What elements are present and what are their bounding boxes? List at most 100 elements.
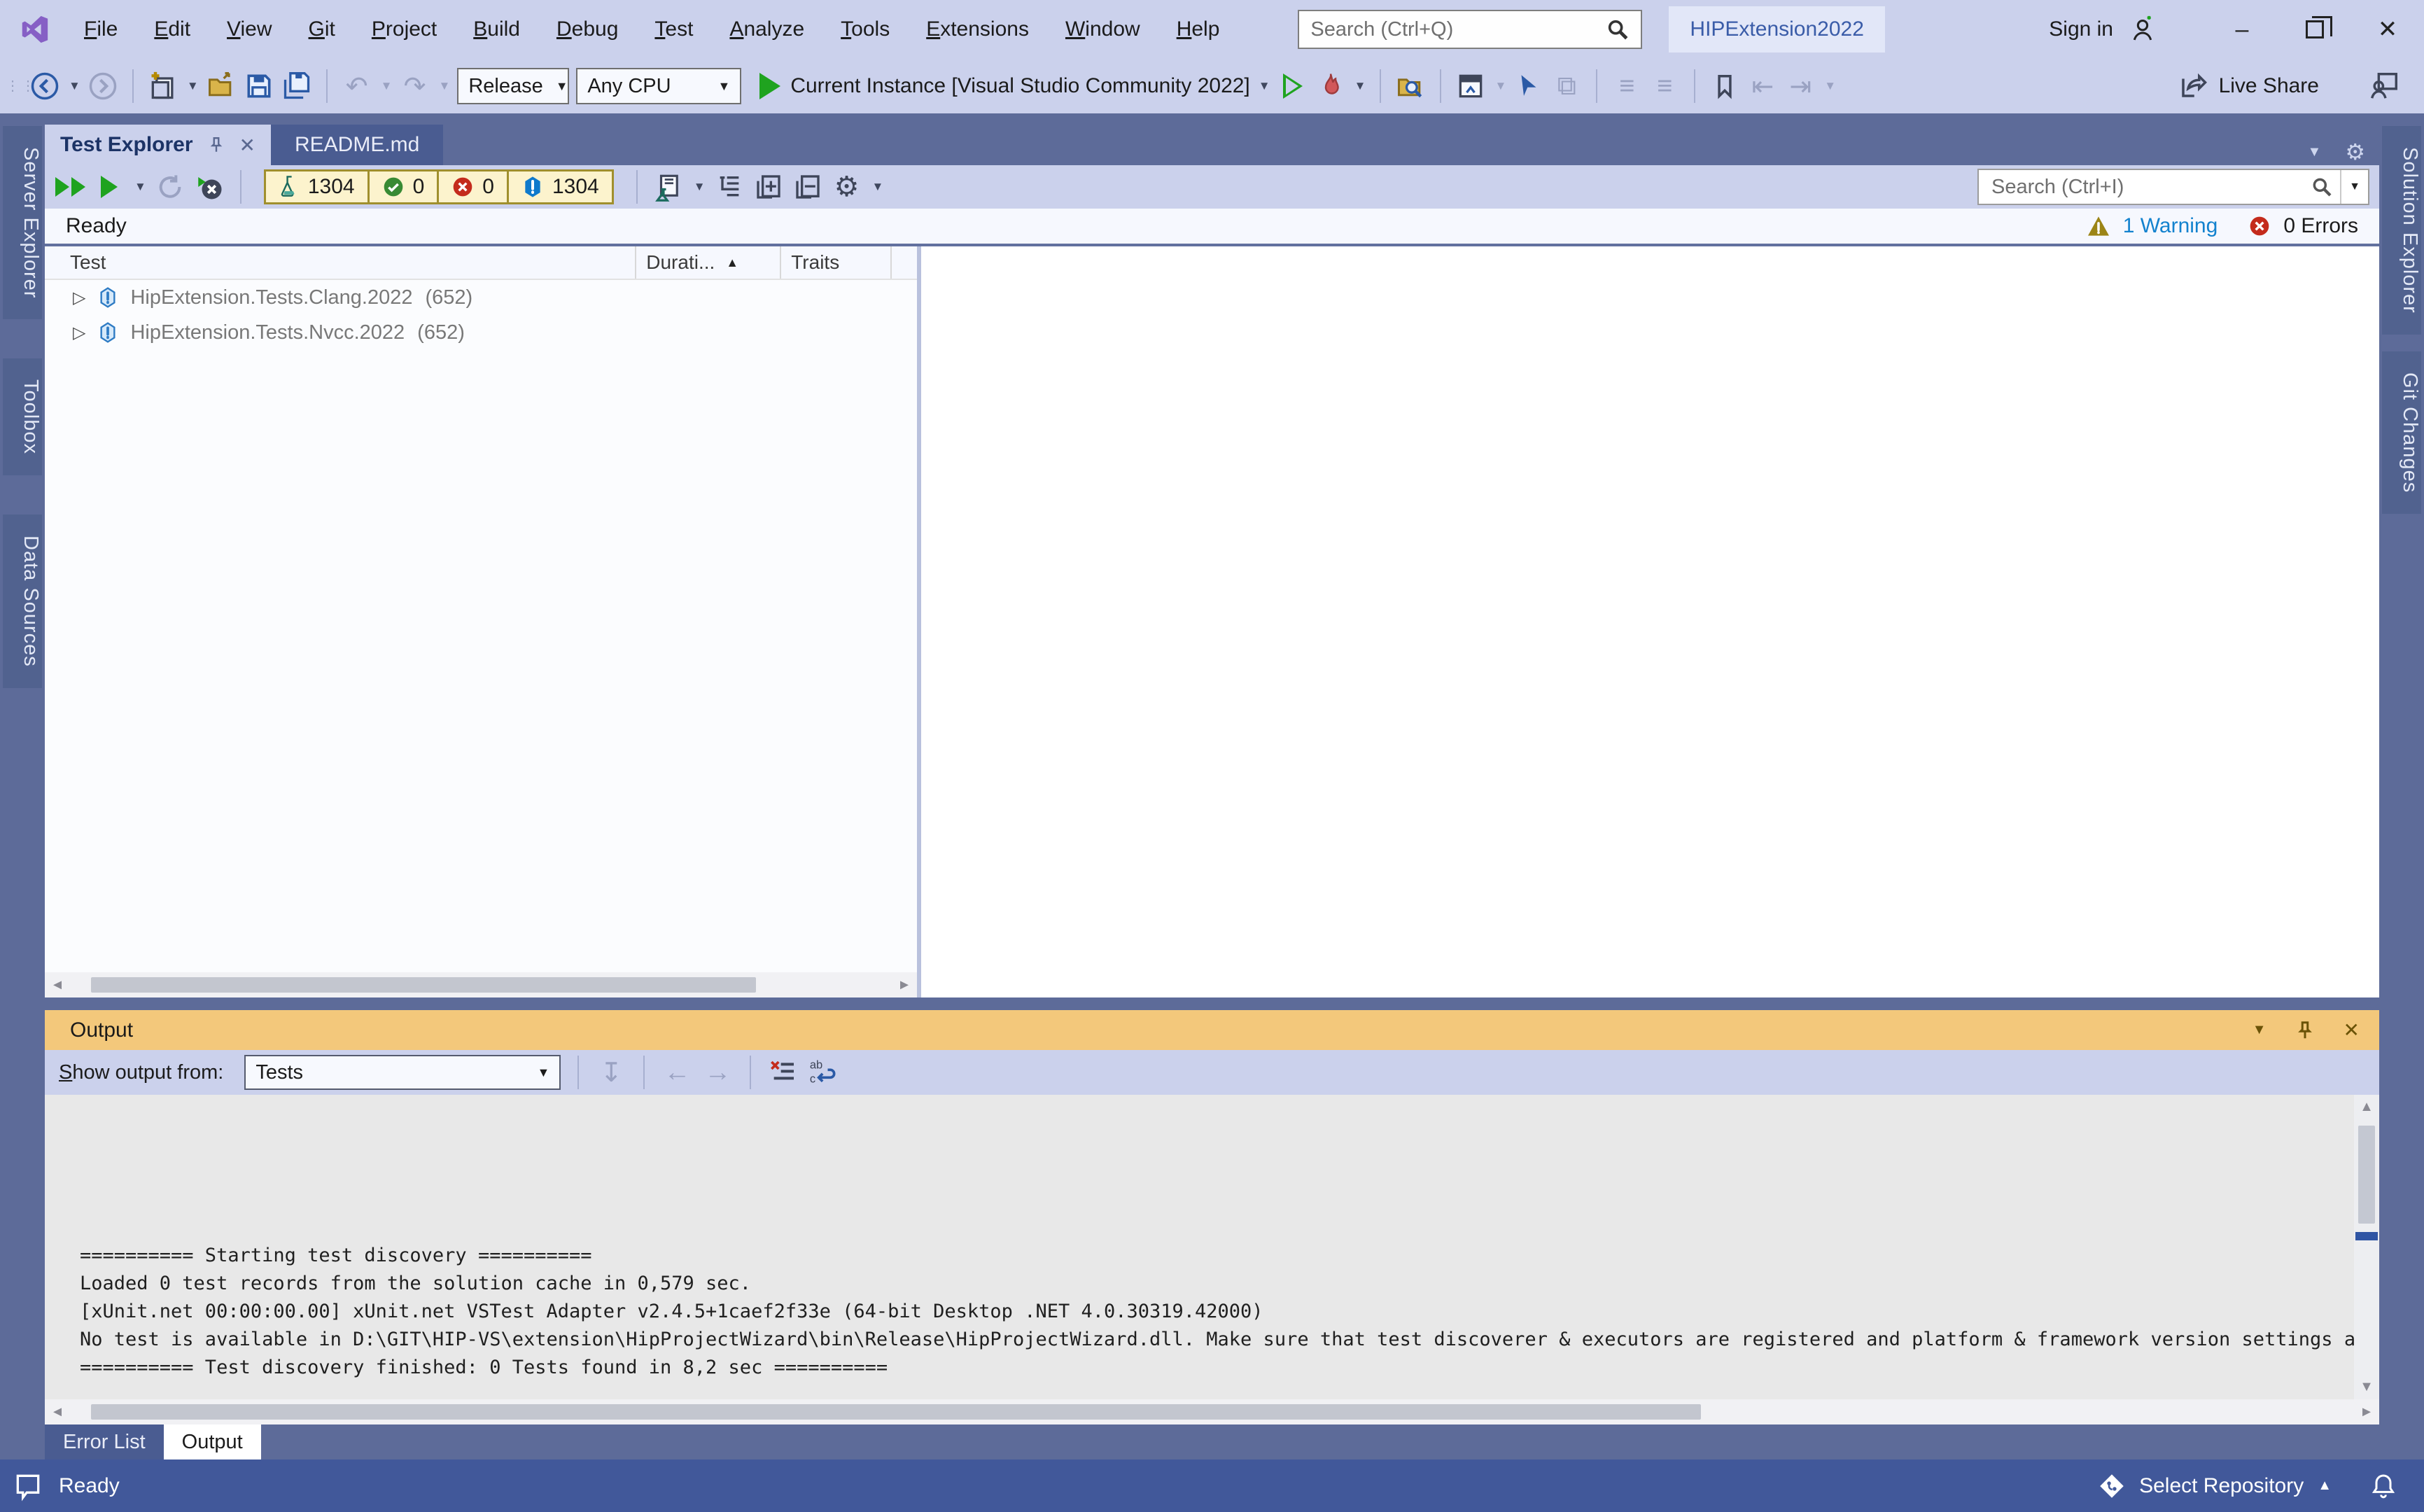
- collapse-all-icon[interactable]: [792, 167, 823, 207]
- tab-error-list[interactable]: Error List: [45, 1424, 164, 1460]
- tab-test-explorer[interactable]: Test Explorer ✕: [45, 125, 271, 165]
- side-tab[interactable]: Toolbox: [3, 358, 42, 475]
- run-chevron[interactable]: ▼: [134, 180, 146, 194]
- expand-chevron-icon[interactable]: ▷: [73, 288, 85, 308]
- quick-search-input[interactable]: Search (Ctrl+Q): [1298, 10, 1642, 49]
- failed-tests-button[interactable]: 0: [437, 172, 507, 202]
- menu-item[interactable]: Project: [353, 0, 455, 59]
- test-tree-row[interactable]: ▷ HipExtension.Tests.Clang.2022 (652): [45, 280, 917, 315]
- run-tests-button[interactable]: [94, 167, 125, 207]
- side-tab[interactable]: Data Sources: [3, 514, 42, 688]
- column-test[interactable]: Test: [45, 246, 635, 279]
- test-search-input[interactable]: Search (Ctrl+I) ▼: [1977, 169, 2369, 205]
- bookmark-icon[interactable]: [1709, 66, 1740, 106]
- scroll-right-icon[interactable]: ►: [2354, 1404, 2379, 1420]
- side-tab[interactable]: Solution Explorer: [2382, 126, 2421, 335]
- save-icon[interactable]: [244, 66, 274, 106]
- pin-icon[interactable]: [207, 136, 225, 154]
- close-button[interactable]: ✕: [2351, 0, 2424, 59]
- prev-message-icon[interactable]: ←: [661, 1052, 692, 1093]
- tab-readme[interactable]: README.md: [271, 125, 443, 165]
- menu-item[interactable]: Edit: [136, 0, 209, 59]
- clear-all-icon[interactable]: [768, 1052, 799, 1093]
- menu-item[interactable]: Debug: [538, 0, 636, 59]
- cancel-run-icon[interactable]: [194, 167, 225, 207]
- menu-item[interactable]: Test: [636, 0, 711, 59]
- side-tab[interactable]: Server Explorer: [3, 126, 42, 319]
- restore-button[interactable]: [2278, 0, 2351, 59]
- pin-icon[interactable]: [2295, 1020, 2316, 1041]
- test-list-hscrollbar[interactable]: ◄ ►: [45, 972, 917, 997]
- scroll-thumb[interactable]: [91, 1404, 1701, 1420]
- tab-output[interactable]: Output: [164, 1424, 261, 1460]
- close-tab-icon[interactable]: ✕: [239, 134, 255, 157]
- repeat-last-run-icon[interactable]: [155, 167, 185, 207]
- scroll-left-icon[interactable]: ◄: [45, 1404, 70, 1420]
- output-hscrollbar[interactable]: ◄ ►: [45, 1399, 2379, 1424]
- navigate-back-icon[interactable]: [29, 66, 60, 106]
- solution-title[interactable]: HIPExtension2022: [1669, 6, 1885, 52]
- errors-link[interactable]: 0 Errors: [2283, 214, 2358, 238]
- expand-all-icon[interactable]: [753, 167, 784, 207]
- menu-item[interactable]: Extensions: [908, 0, 1047, 59]
- menu-item[interactable]: File: [66, 0, 136, 59]
- output-log[interactable]: ========== Starting test discovery =====…: [45, 1095, 2354, 1399]
- start-without-debugging-button[interactable]: [1277, 66, 1308, 106]
- test-search-chevron[interactable]: ▼: [2340, 170, 2368, 204]
- tabstrip-gear-icon[interactable]: ⚙: [2345, 139, 2365, 165]
- hot-reload-icon[interactable]: [1315, 66, 1346, 106]
- output-titlebar[interactable]: Output ▼ ✕: [45, 1010, 2379, 1050]
- indent-decrease-icon[interactable]: ≡: [1611, 66, 1642, 106]
- menu-item[interactable]: Analyze: [711, 0, 822, 59]
- redo-icon[interactable]: ↷: [399, 66, 430, 106]
- configuration-select[interactable]: Release ▼: [457, 68, 569, 104]
- bell-icon[interactable]: [2369, 1472, 2397, 1500]
- next-message-icon[interactable]: →: [702, 1052, 733, 1093]
- run-all-tests-button[interactable]: [55, 167, 85, 207]
- find-in-files-icon[interactable]: [1395, 66, 1426, 106]
- undo-icon[interactable]: ↶: [342, 66, 372, 106]
- scroll-down-icon[interactable]: ▼: [2354, 1379, 2379, 1395]
- column-duration[interactable]: Durati... ▲: [635, 246, 780, 279]
- output-source-select[interactable]: Tests ▼: [244, 1055, 561, 1090]
- close-panel-icon[interactable]: ✕: [2344, 1018, 2360, 1042]
- output-vscrollbar[interactable]: ▲ ▼: [2354, 1095, 2379, 1399]
- preview-window-icon[interactable]: [1455, 66, 1486, 106]
- total-tests-button[interactable]: 1304: [266, 172, 367, 202]
- menu-item[interactable]: Git: [290, 0, 353, 59]
- goto-message-icon[interactable]: ↧: [596, 1052, 626, 1093]
- test-tree-row[interactable]: ▷ HipExtension.Tests.Nvcc.2022 (652): [45, 315, 917, 350]
- side-tab[interactable]: Git Changes: [2382, 351, 2421, 514]
- menu-item[interactable]: Tools: [822, 0, 908, 59]
- platform-select[interactable]: Any CPU ▼: [576, 68, 741, 104]
- undo-chevron[interactable]: ▼: [381, 79, 393, 93]
- word-wrap-icon[interactable]: abc: [808, 1052, 839, 1093]
- notification-message-icon[interactable]: [13, 1471, 43, 1502]
- live-share-button[interactable]: Live Share: [2178, 71, 2319, 101]
- minimize-button[interactable]: –: [2206, 0, 2278, 59]
- menu-item[interactable]: Build: [455, 0, 538, 59]
- sign-in-button[interactable]: Sign in: [2049, 15, 2157, 43]
- column-traits[interactable]: Traits: [780, 246, 890, 279]
- not-run-tests-button[interactable]: 1304: [507, 172, 612, 202]
- group-by-icon[interactable]: [714, 167, 745, 207]
- preview-window-chevron[interactable]: ▼: [1494, 79, 1506, 93]
- toolbar-grip[interactable]: ⋮⋮: [6, 83, 22, 90]
- save-all-icon[interactable]: [281, 66, 312, 106]
- expand-chevron-icon[interactable]: ▷: [73, 323, 85, 343]
- prev-bookmark-icon[interactable]: ⇤: [1747, 66, 1778, 106]
- scroll-right-icon[interactable]: ►: [892, 977, 917, 993]
- new-project-chevron[interactable]: ▼: [187, 79, 199, 93]
- paste-icon[interactable]: ⧉: [1551, 66, 1582, 106]
- tab-list-chevron[interactable]: ▼: [2308, 144, 2322, 160]
- open-file-icon[interactable]: [206, 66, 237, 106]
- menu-item[interactable]: Window: [1047, 0, 1158, 59]
- redo-chevron[interactable]: ▼: [438, 79, 450, 93]
- navigate-forward-icon[interactable]: [87, 66, 118, 106]
- menu-item[interactable]: View: [209, 0, 290, 59]
- next-bookmark-icon[interactable]: ⇥: [1785, 66, 1816, 106]
- settings-gear-icon[interactable]: ⚙: [832, 167, 862, 207]
- start-debugging-button[interactable]: Current Instance [Visual Studio Communit…: [759, 66, 1270, 106]
- passed-tests-button[interactable]: 0: [367, 172, 437, 202]
- select-pointer-icon[interactable]: [1513, 66, 1544, 106]
